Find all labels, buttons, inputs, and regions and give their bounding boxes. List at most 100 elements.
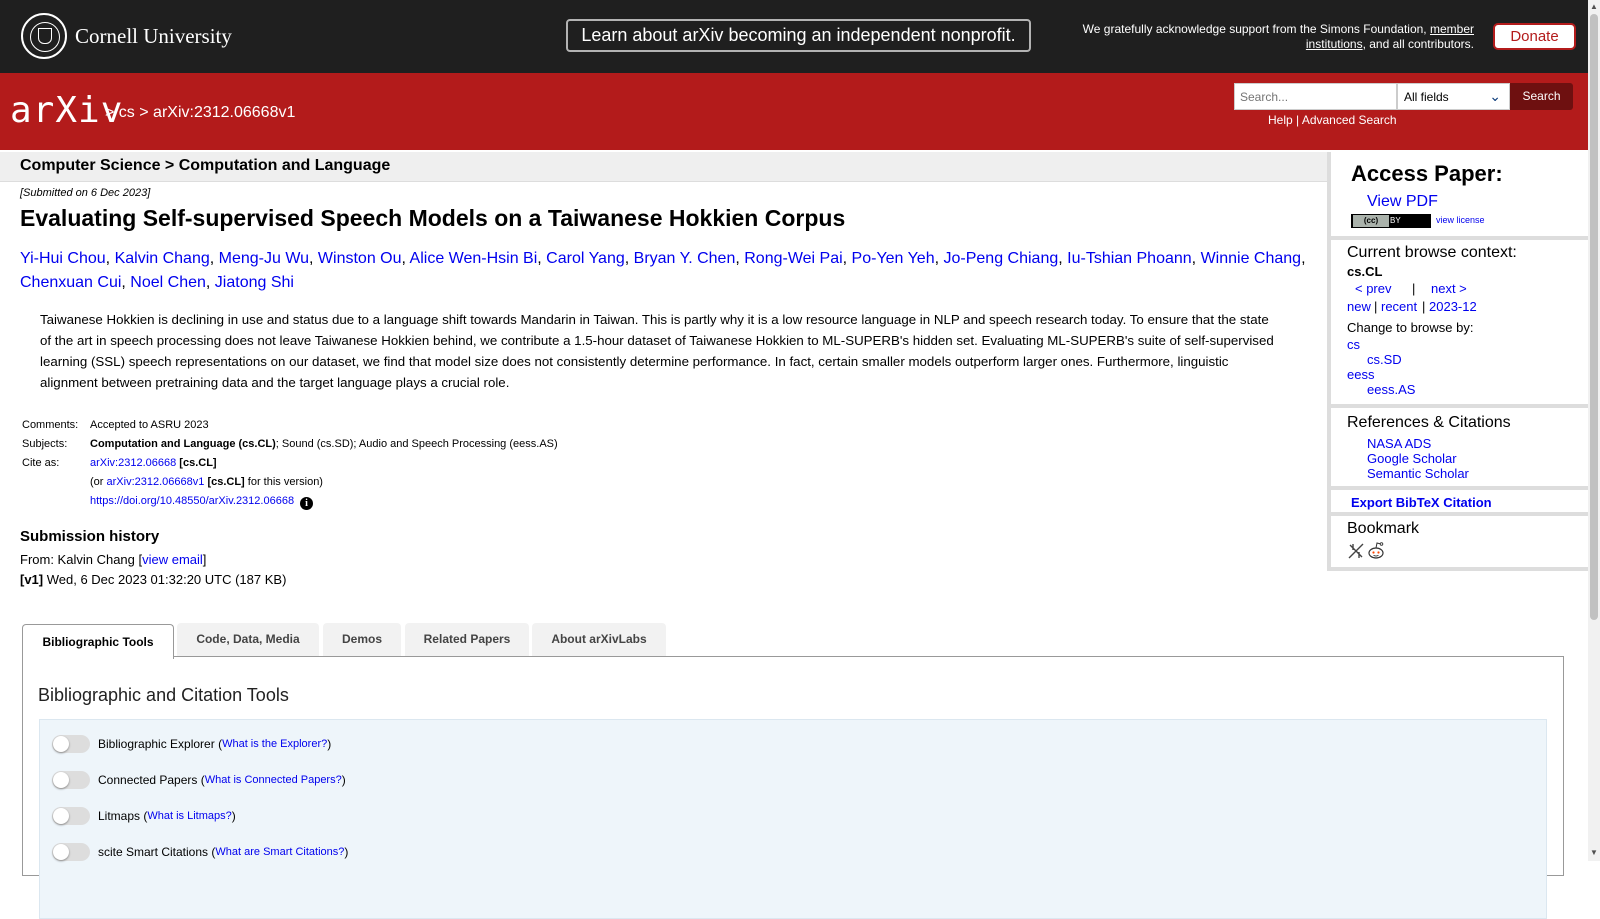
doi-row: https://doi.org/10.48550/arXiv.2312.0666… xyxy=(88,492,560,512)
breadcrumb-paper-id: arXiv:2312.06668v1 xyxy=(153,104,296,121)
submission-date: [Submitted on 6 Dec 2023] xyxy=(20,187,151,199)
subject-heading: Computer Science > Computation and Langu… xyxy=(20,157,391,174)
view-license-link[interactable]: view license xyxy=(1436,215,1485,225)
author-separator: , xyxy=(842,250,852,267)
doi-link[interactable]: https://doi.org/10.48550/arXiv.2312.0666… xyxy=(90,495,294,507)
author-link[interactable]: Yi-Hui Chou xyxy=(20,250,106,267)
tab-about-arxivlabs[interactable]: About arXivLabs xyxy=(532,623,666,657)
metadata-table: Comments: Accepted to ASRU 2023 Subjects… xyxy=(20,416,560,512)
donate-button[interactable]: Donate xyxy=(1493,23,1576,50)
what-is-link[interactable]: What is Litmaps? xyxy=(147,810,231,822)
author-link[interactable]: Jiatong Shi xyxy=(215,274,294,291)
nasa-ads-link[interactable]: NASA ADS xyxy=(1367,436,1431,451)
what-is-link[interactable]: What is Connected Papers? xyxy=(205,774,342,786)
prev-link[interactable]: < prev xyxy=(1355,281,1392,296)
author-separator: , xyxy=(537,250,547,267)
info-icon[interactable]: i xyxy=(300,497,314,510)
primary-subject: Computation and Language (cs.CL) xyxy=(90,438,276,450)
browse-eess-link[interactable]: eess xyxy=(1347,367,1374,382)
browse-context-value: cs.CL xyxy=(1347,264,1383,279)
cite-label: Cite as: xyxy=(22,457,60,469)
right-sidebar: Access Paper: View PDF (cc) BY view lice… xyxy=(1327,152,1588,571)
export-bibtex-link[interactable]: Export BibTeX Citation xyxy=(1351,495,1492,510)
submitter-text: From: Kalvin Chang [ xyxy=(20,552,143,567)
paper-title: Evaluating Self-supervised Speech Models… xyxy=(20,205,846,231)
subjects-label: Subjects: xyxy=(22,438,68,450)
version-v1-label: [v1] xyxy=(20,572,44,587)
scrollbar-thumb[interactable] xyxy=(1590,14,1598,620)
breadcrumb-cs[interactable]: cs xyxy=(119,104,135,121)
support-text: We gratefully acknowledge support from t… xyxy=(1082,22,1427,36)
author-link[interactable]: Noel Chen xyxy=(130,274,206,291)
author-link[interactable]: Jo-Peng Chiang xyxy=(944,250,1059,267)
author-link[interactable]: Winston Ou xyxy=(318,250,402,267)
author-link[interactable]: Rong-Wei Pai xyxy=(744,250,842,267)
connected-papers-toggle[interactable] xyxy=(52,771,90,789)
author-link[interactable]: Meng-Ju Wu xyxy=(219,250,309,267)
google-scholar-link[interactable]: Google Scholar xyxy=(1367,451,1457,466)
view-email-link[interactable]: view email xyxy=(142,552,203,567)
access-paper-section: Access Paper: View PDF (cc) BY view lice… xyxy=(1331,152,1588,240)
scroll-up-icon[interactable]: ▲ xyxy=(1590,2,1598,11)
what-is-link[interactable]: What are Smart Citations? xyxy=(215,846,344,858)
cite-value: arXiv:2312.06668 [cs.CL] xyxy=(88,454,560,473)
reddit-icon[interactable] xyxy=(1367,541,1385,560)
tab-bibliographic-tools[interactable]: Bibliographic Tools xyxy=(22,624,174,659)
recent-link[interactable]: recent xyxy=(1381,299,1417,314)
author-link[interactable]: Kalvin Chang xyxy=(115,250,210,267)
month-link[interactable]: 2023-12 xyxy=(1429,299,1477,314)
change-browse-label: Change to browse by: xyxy=(1347,320,1474,335)
nonprofit-announcement-button[interactable]: Learn about arXiv becoming an independen… xyxy=(566,19,1031,52)
cornell-logo-link[interactable]: Cornell University xyxy=(21,13,232,59)
browse-context-heading: Current browse context: xyxy=(1347,244,1517,261)
author-link[interactable]: Po-Yen Yeh xyxy=(852,250,935,267)
author-link[interactable]: Chenxuan Cui xyxy=(20,274,121,291)
bibsonomy-icon[interactable] xyxy=(1347,542,1365,560)
author-link[interactable]: Carol Yang xyxy=(546,250,625,267)
new-link[interactable]: new xyxy=(1347,299,1371,314)
help-link[interactable]: Help xyxy=(1268,113,1293,127)
nav-separator: | xyxy=(1422,299,1426,314)
cite-id-link[interactable]: arXiv:2312.06668 xyxy=(90,457,176,469)
browse-cs-sd-link[interactable]: cs.SD xyxy=(1367,352,1402,367)
author-separator: , xyxy=(735,250,745,267)
tab-code-data-media[interactable]: Code, Data, Media xyxy=(177,623,319,657)
author-link[interactable]: Iu-Tshian Phoann xyxy=(1067,250,1192,267)
search-field-select[interactable]: All fields ⌄ xyxy=(1397,83,1510,110)
cc-by-license-badge[interactable]: (cc) BY xyxy=(1351,214,1431,228)
author-separator: , xyxy=(105,250,115,267)
advanced-search-link[interactable]: Advanced Search xyxy=(1302,113,1397,127)
cite-or: (or xyxy=(90,476,104,488)
search-field-value: All fields xyxy=(1404,90,1449,104)
browse-eess-as-link[interactable]: eess.AS xyxy=(1367,382,1415,397)
tool-name: Litmaps xyxy=(98,809,141,823)
what-is-link[interactable]: What is the Explorer? xyxy=(222,738,327,750)
litmaps-toggle[interactable] xyxy=(52,807,90,825)
author-link[interactable]: Winnie Chang xyxy=(1201,250,1302,267)
tab-related-papers[interactable]: Related Papers xyxy=(405,623,529,657)
scroll-down-icon[interactable]: ▼ xyxy=(1590,848,1598,857)
browse-cs-link[interactable]: cs xyxy=(1347,337,1360,352)
subjects-value: Computation and Language (cs.CL); Sound … xyxy=(88,435,560,454)
author-link[interactable]: Bryan Y. Chen xyxy=(634,250,736,267)
page-scrollbar[interactable]: ▲ ▼ xyxy=(1588,0,1600,861)
view-pdf-link[interactable]: View PDF xyxy=(1367,193,1438,211)
top-banner: Cornell University Learn about arXiv bec… xyxy=(0,0,1600,73)
access-paper-heading: Access Paper: xyxy=(1351,161,1503,186)
tool-row: Bibliographic Explorer (What is the Expl… xyxy=(52,734,331,754)
scite-toggle[interactable] xyxy=(52,843,90,861)
cite-version-link[interactable]: arXiv:2312.06668v1 xyxy=(107,476,205,488)
tab-demos[interactable]: Demos xyxy=(323,623,401,657)
cc-badge-left: (cc) xyxy=(1353,215,1389,227)
search-button[interactable]: Search xyxy=(1510,83,1573,110)
search-input[interactable] xyxy=(1234,83,1397,110)
next-link[interactable]: next > xyxy=(1431,281,1467,296)
submitter-line: From: Kalvin Chang [view email] xyxy=(20,552,206,567)
author-link[interactable]: Alice Wen-Hsin Bi xyxy=(410,250,538,267)
comments-value: Accepted to ASRU 2023 xyxy=(90,419,209,431)
semantic-scholar-link[interactable]: Semantic Scholar xyxy=(1367,466,1469,481)
nav-separator: | xyxy=(1412,281,1416,296)
cc-badge-right: BY xyxy=(1390,216,1401,225)
author-separator: , xyxy=(1301,250,1306,267)
bibliographic-explorer-toggle[interactable] xyxy=(52,735,90,753)
